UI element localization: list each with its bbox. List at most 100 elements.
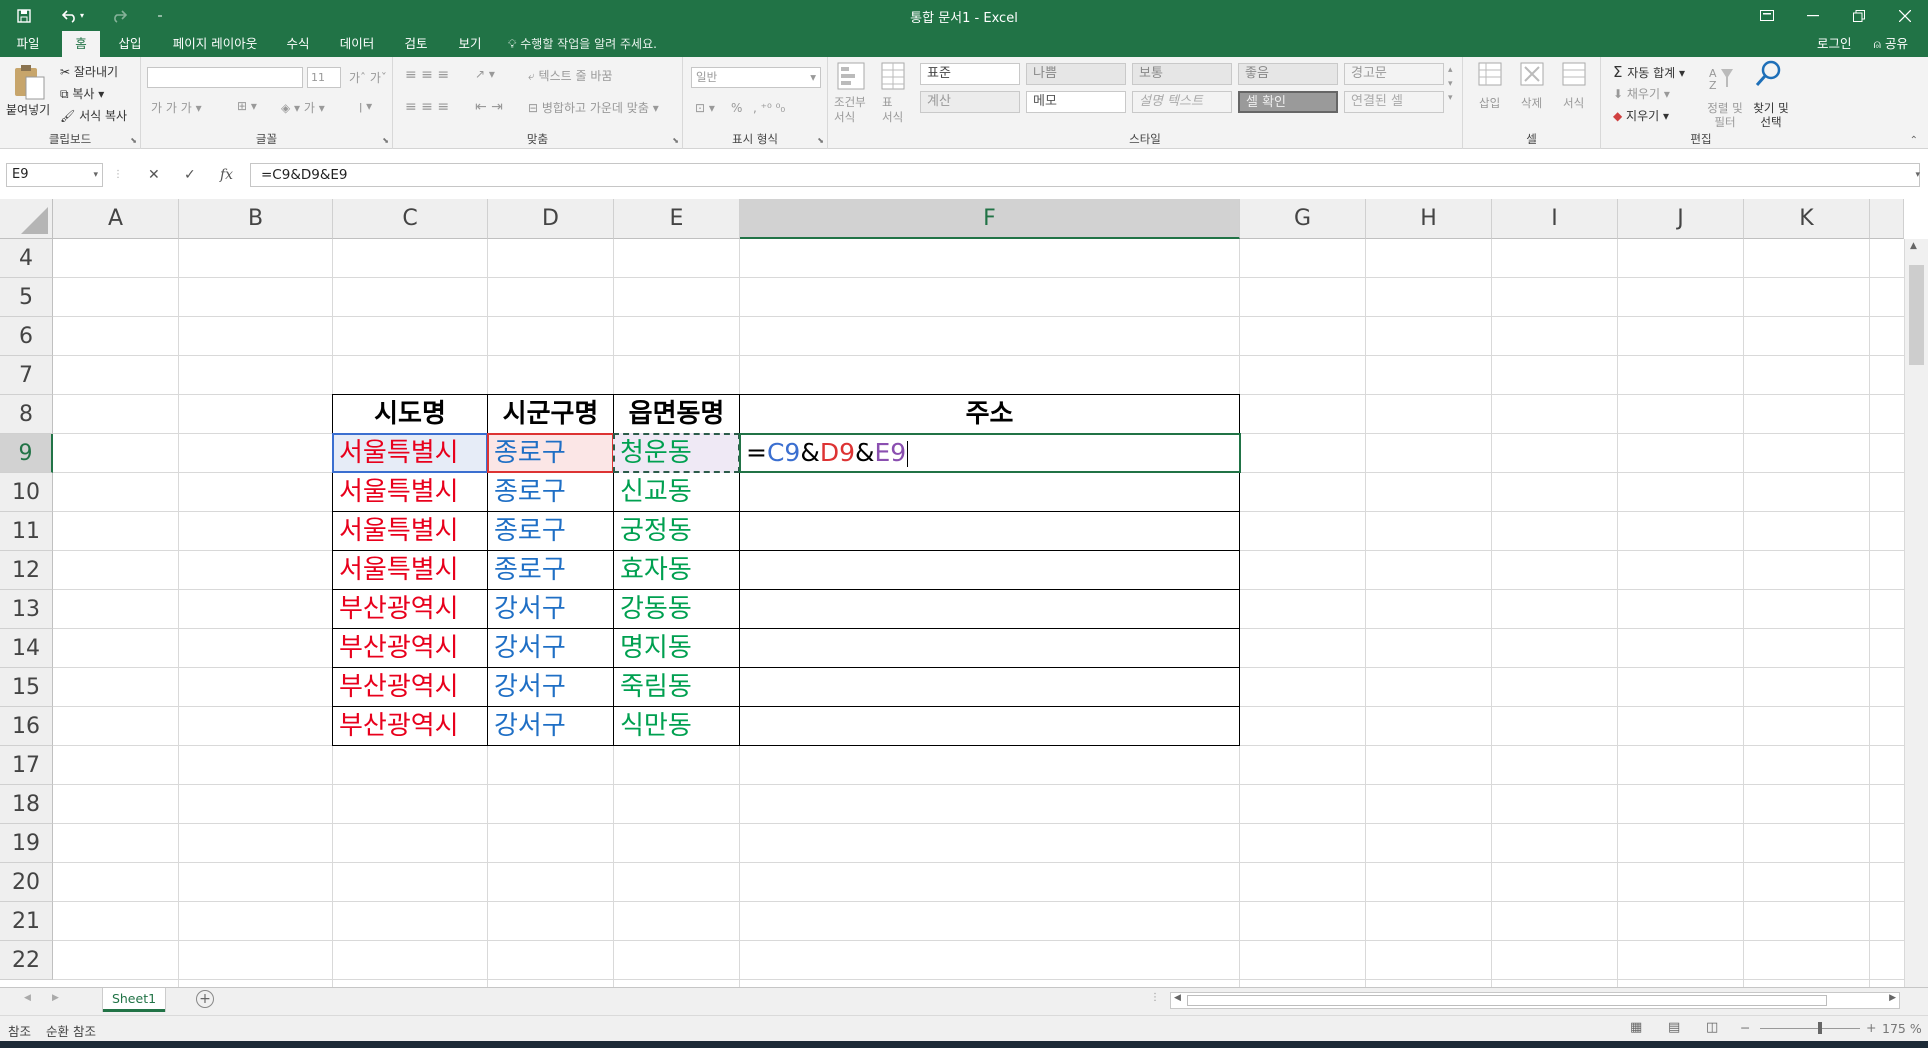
table-cell-sido[interactable]: 서울특별시 (333, 473, 487, 511)
scroll-up-icon[interactable]: ▲ (1910, 241, 1917, 251)
tab-file[interactable]: 파일 (8, 31, 48, 57)
table-cell-sigungu[interactable]: 종로구 (488, 473, 613, 511)
font-name-combo[interactable] (147, 67, 303, 88)
table-header-sigungu[interactable]: 시군구명 (488, 395, 613, 433)
clear-button[interactable]: ◆ 지우기 ▾ (1613, 107, 1669, 124)
column-header-f[interactable]: F (740, 199, 1240, 239)
row-header-22[interactable]: 22 (0, 941, 53, 980)
column-header-e[interactable]: E (614, 199, 740, 239)
table-cell-sigungu[interactable]: 강서구 (488, 668, 613, 706)
column-header-a[interactable]: A (53, 199, 179, 239)
row-header-15[interactable]: 15 (0, 668, 53, 707)
delete-cells-button[interactable]: 삭제 (1521, 95, 1542, 111)
table-cell-sido[interactable]: 서울특별시 (333, 512, 487, 550)
font-size-combo[interactable]: 11 (307, 67, 341, 88)
insert-cells-icon[interactable] (1477, 61, 1503, 90)
conditional-format-icon[interactable] (836, 61, 866, 94)
zoom-slider-thumb[interactable] (1818, 1022, 1822, 1034)
format-cells-button[interactable]: 서식 (1563, 95, 1584, 111)
table-cell-eupmyeondong[interactable]: 효자동 (614, 551, 739, 589)
row-header-11[interactable]: 11 (0, 512, 53, 551)
page-break-view-icon[interactable]: ◫ (1706, 1020, 1718, 1035)
next-sheet-icon[interactable]: ▶ (52, 993, 59, 1003)
horizontal-align-icons[interactable]: ≡ ≡ ≡ (405, 99, 449, 115)
minimize-icon[interactable] (1790, 0, 1836, 31)
close-icon[interactable] (1882, 0, 1928, 31)
vertical-scrollbar[interactable]: ▲ ▼ (1904, 239, 1928, 987)
merge-center-button[interactable]: ⊟ 병합하고 가운데 맞춤 ▾ (528, 99, 659, 116)
column-header-j[interactable]: J (1618, 199, 1744, 239)
column-header-d[interactable]: D (488, 199, 614, 239)
row-header-9[interactable]: 9 (0, 434, 53, 473)
page-layout-view-icon[interactable]: ▤ (1668, 1020, 1680, 1035)
row-header-10[interactable]: 10 (0, 473, 53, 512)
delete-cells-icon[interactable] (1519, 61, 1545, 90)
tab-insert[interactable]: 삽입 (110, 31, 150, 57)
style-neutral[interactable]: 보통 (1132, 63, 1232, 85)
style-check-cell[interactable]: 셀 확인 (1238, 91, 1338, 113)
paste-button[interactable]: 붙여넣기 (6, 101, 50, 118)
row-header-6[interactable]: 6 (0, 317, 53, 356)
table-cell-eupmyeondong[interactable]: 궁정동 (614, 512, 739, 550)
tab-home[interactable]: 홈 (62, 31, 100, 57)
phonetic-icon[interactable]: ꞁ ▾ (359, 99, 372, 113)
clipboard-launcher-icon[interactable]: ⬊ (130, 136, 137, 145)
find-select-button[interactable]: 찾기 및 선택 (1749, 101, 1793, 129)
row-header-12[interactable]: 12 (0, 551, 53, 590)
number-format-combo[interactable]: 일반 ▾ (691, 67, 821, 88)
tell-me-box[interactable]: 💡︎ 수행할 작업을 알려 주세요. (508, 31, 657, 57)
style-calculation[interactable]: 계산 (920, 91, 1020, 113)
cancel-icon[interactable]: ✕ (148, 163, 160, 187)
table-cell-sigungu[interactable]: 종로구 (488, 512, 613, 550)
name-box-dropdown-icon[interactable]: ▾ (93, 164, 98, 186)
status-circular-ref[interactable]: 순환 참조 (46, 1021, 96, 1040)
sheet-tab-sheet1[interactable]: Sheet1 (103, 988, 165, 1012)
style-good[interactable]: 좋음 (1238, 63, 1338, 85)
horizontal-scrollbar[interactable]: ◀ ▶ (1170, 992, 1900, 1009)
copy-button[interactable]: ⧉ 복사 ▾ (60, 85, 104, 102)
fill-button[interactable]: ⬇ 채우기 ▾ (1613, 85, 1670, 102)
share-button[interactable]: ⍝ 공유 (1874, 31, 1909, 57)
formula-input[interactable]: =C9&D9&E9 (250, 163, 1920, 187)
tab-split-grip-icon[interactable]: ⋮ (1150, 992, 1160, 1003)
zoom-out-icon[interactable]: − (1740, 1020, 1750, 1035)
column-header-k[interactable]: K (1744, 199, 1870, 239)
number-launcher-icon[interactable]: ⬊ (817, 136, 824, 145)
table-header-address[interactable]: 주소 (740, 395, 1239, 433)
sort-filter-icon[interactable]: AZ (1707, 63, 1735, 94)
style-explanatory[interactable]: 설명 텍스트 (1132, 91, 1232, 113)
login-link[interactable]: 로그인 (1817, 31, 1852, 57)
table-cell-sigungu[interactable]: 종로구 (488, 551, 613, 589)
conditional-format-button[interactable]: 조건부 서식 (834, 95, 874, 125)
add-sheet-icon[interactable]: + (196, 990, 214, 1008)
style-linked-cell[interactable]: 연결된 셀 (1344, 91, 1444, 113)
table-header-sido[interactable]: 시도명 (333, 395, 487, 433)
row-header-20[interactable]: 20 (0, 863, 53, 902)
row-header-16[interactable]: 16 (0, 707, 53, 746)
format-table-icon[interactable] (880, 61, 906, 94)
table-cell-eupmyeondong[interactable]: 청운동 (614, 434, 739, 472)
tab-review[interactable]: 검토 (396, 31, 436, 57)
orientation-icon[interactable]: ↗ ▾ (475, 67, 495, 81)
column-header-g[interactable]: G (1240, 199, 1366, 239)
row-header-18[interactable]: 18 (0, 785, 53, 824)
row-header-8[interactable]: 8 (0, 395, 53, 434)
autosum-button[interactable]: Σ 자동 합계 ▾ (1613, 63, 1685, 81)
zoom-in-icon[interactable]: + (1866, 1020, 1876, 1035)
style-note[interactable]: 메모 (1026, 91, 1126, 113)
table-cell-eupmyeondong[interactable]: 죽림동 (614, 668, 739, 706)
normal-view-icon[interactable]: ▦ (1630, 1020, 1642, 1035)
table-cell-sido[interactable]: 부산광역시 (333, 590, 487, 628)
row-header-17[interactable]: 17 (0, 746, 53, 785)
format-table-button[interactable]: 표 서식 (882, 95, 906, 125)
accounting-icon[interactable]: ⊡ ▾ (695, 101, 715, 115)
tab-data[interactable]: 데이터 (332, 31, 382, 57)
font-launcher-icon[interactable]: ⬊ (382, 136, 389, 145)
vertical-align-icons[interactable]: ≡ ≡ ≡ (405, 67, 449, 83)
table-cell-sido[interactable]: 부산광역시 (333, 707, 487, 745)
fill-color-icon[interactable]: ◈ ▾ 가 ▾ (281, 99, 325, 116)
scroll-right-icon[interactable]: ▶ (1889, 993, 1896, 1003)
scroll-left-icon[interactable]: ◀ (1174, 993, 1181, 1003)
worksheet-grid[interactable]: A B C D E F G H I J K 4 5 6 7 8 9 10 11 … (0, 199, 1928, 987)
style-normal[interactable]: 표준 (920, 63, 1020, 85)
